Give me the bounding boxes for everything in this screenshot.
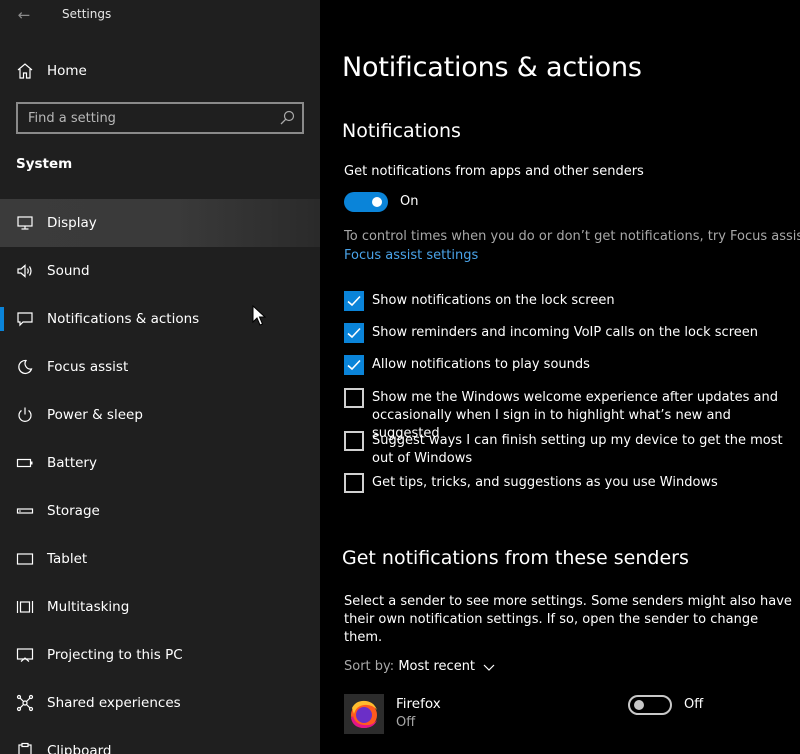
focus-assist-settings-link[interactable]: Focus assist settings	[344, 248, 478, 263]
checkbox-lock-screen-notifications[interactable]: Show notifications on the lock screen	[344, 291, 794, 311]
page-title: Notifications & actions	[342, 52, 642, 83]
get-notifications-label: Get notifications from apps and other se…	[344, 164, 644, 179]
checkbox-checked[interactable]	[344, 323, 364, 343]
sidebar-item-label: Home	[47, 63, 87, 79]
notifications-toggle[interactable]	[344, 192, 388, 212]
section-title-system: System	[16, 156, 73, 172]
battery-icon	[16, 458, 33, 468]
sidebar-item-shared-experiences[interactable]: Shared experiences	[0, 679, 320, 727]
notifications-heading: Notifications	[342, 120, 461, 142]
sidebar-item-label: Display	[47, 215, 97, 231]
sidebar-item-label: Tablet	[47, 551, 88, 567]
checkbox-label: Allow notifications to play sounds	[372, 357, 590, 372]
toggle-knob	[372, 197, 382, 207]
clipboard-icon	[18, 742, 32, 754]
focus-assist-hint: To control times when you do or don’t ge…	[344, 229, 800, 244]
notifications-toggle-state: On	[400, 194, 419, 209]
sidebar-item-label: Storage	[47, 503, 100, 519]
sidebar-item-clipboard[interactable]: Clipboard	[0, 727, 320, 754]
toggle-knob	[634, 700, 644, 710]
sidebar-item-label: Clipboard	[47, 743, 112, 754]
sort-key-label: Sort by:	[344, 659, 395, 674]
monitor-icon	[17, 216, 33, 230]
sidebar-item-notifications[interactable]: Notifications & actions	[0, 295, 320, 343]
sidebar-item-home[interactable]: Home	[0, 52, 320, 90]
sidebar-item-label: Multitasking	[47, 599, 130, 615]
sender-name[interactable]: Firefox	[396, 696, 441, 712]
checkbox-tips-tricks[interactable]: Get tips, tricks, and suggestions as you…	[344, 473, 794, 493]
sidebar-item-tablet[interactable]: Tablet	[0, 535, 320, 583]
share-icon	[16, 694, 34, 712]
sidebar-item-projecting[interactable]: Projecting to this PC	[0, 631, 320, 679]
checkbox-label: Get tips, tricks, and suggestions as you…	[372, 475, 718, 490]
sidebar-item-label: Notifications & actions	[47, 311, 200, 327]
message-icon	[17, 312, 33, 327]
firefox-toggle[interactable]	[628, 695, 672, 715]
app-title: Settings	[62, 7, 112, 21]
checkbox-label: Show reminders and incoming VoIP calls o…	[372, 325, 758, 340]
back-button[interactable]: ←	[10, 4, 38, 26]
sidebar-item-label: Power & sleep	[47, 407, 143, 423]
main-pane: Notifications & actions Notifications Ge…	[320, 0, 800, 754]
search-box[interactable]	[16, 102, 304, 134]
firefox-toggle-state: Off	[684, 697, 704, 712]
sidebar-item-label: Battery	[47, 455, 97, 471]
checkbox-unchecked[interactable]	[344, 431, 364, 451]
power-icon	[18, 407, 32, 422]
search-icon[interactable]	[279, 110, 295, 126]
firefox-logo-icon	[351, 700, 377, 728]
title-bar: ← Settings	[0, 0, 320, 30]
storage-icon	[16, 508, 34, 514]
checkbox-lock-screen-reminders[interactable]: Show reminders and incoming VoIP calls o…	[344, 323, 794, 343]
checkbox-label: Suggest ways I can finish setting up my …	[372, 433, 783, 466]
sidebar-item-label: Projecting to this PC	[47, 647, 183, 663]
checkbox-checked[interactable]	[344, 291, 364, 311]
checkbox-label: Show notifications on the lock screen	[372, 293, 615, 308]
sidebar: ← Settings Home System Display	[0, 0, 320, 754]
multitasking-icon	[16, 601, 34, 613]
sidebar-item-multitasking[interactable]: Multitasking	[0, 583, 320, 631]
checkbox-unchecked[interactable]	[344, 388, 364, 408]
sidebar-nav: Display Sound Notifications & actions Fo…	[0, 199, 320, 754]
sidebar-item-label: Shared experiences	[47, 695, 181, 711]
sidebar-item-display[interactable]: Display	[0, 199, 320, 247]
sidebar-item-storage[interactable]: Storage	[0, 487, 320, 535]
checkbox-unchecked[interactable]	[344, 473, 364, 493]
sidebar-item-label: Sound	[47, 263, 90, 279]
speaker-icon	[17, 264, 32, 278]
checkbox-finish-setup[interactable]: Suggest ways I can finish setting up my …	[344, 431, 794, 471]
checkbox-welcome-experience[interactable]: Show me the Windows welcome experience a…	[344, 388, 794, 441]
checkbox-checked[interactable]	[344, 355, 364, 375]
checkbox-notification-sounds[interactable]: Allow notifications to play sounds	[344, 355, 794, 375]
sidebar-item-label: Focus assist	[47, 359, 129, 375]
sidebar-item-battery[interactable]: Battery	[0, 439, 320, 487]
projector-icon	[16, 648, 34, 662]
sidebar-item-focus-assist[interactable]: Focus assist	[0, 343, 320, 391]
home-icon	[17, 63, 33, 79]
search-input[interactable]	[18, 104, 268, 132]
moon-icon	[18, 359, 33, 375]
chevron-down-icon	[483, 664, 495, 671]
sidebar-item-power-sleep[interactable]: Power & sleep	[0, 391, 320, 439]
sort-dropdown[interactable]: Sort by: Most recent	[344, 659, 495, 674]
senders-description: Select a sender to see more settings. So…	[344, 594, 792, 645]
sort-value: Most recent	[398, 659, 476, 674]
sidebar-item-sound[interactable]: Sound	[0, 247, 320, 295]
tablet-icon	[16, 553, 34, 565]
sender-status: Off	[396, 715, 416, 730]
firefox-icon[interactable]	[344, 694, 384, 734]
mouse-cursor-icon	[252, 305, 266, 326]
senders-heading: Get notifications from these senders	[342, 547, 689, 569]
